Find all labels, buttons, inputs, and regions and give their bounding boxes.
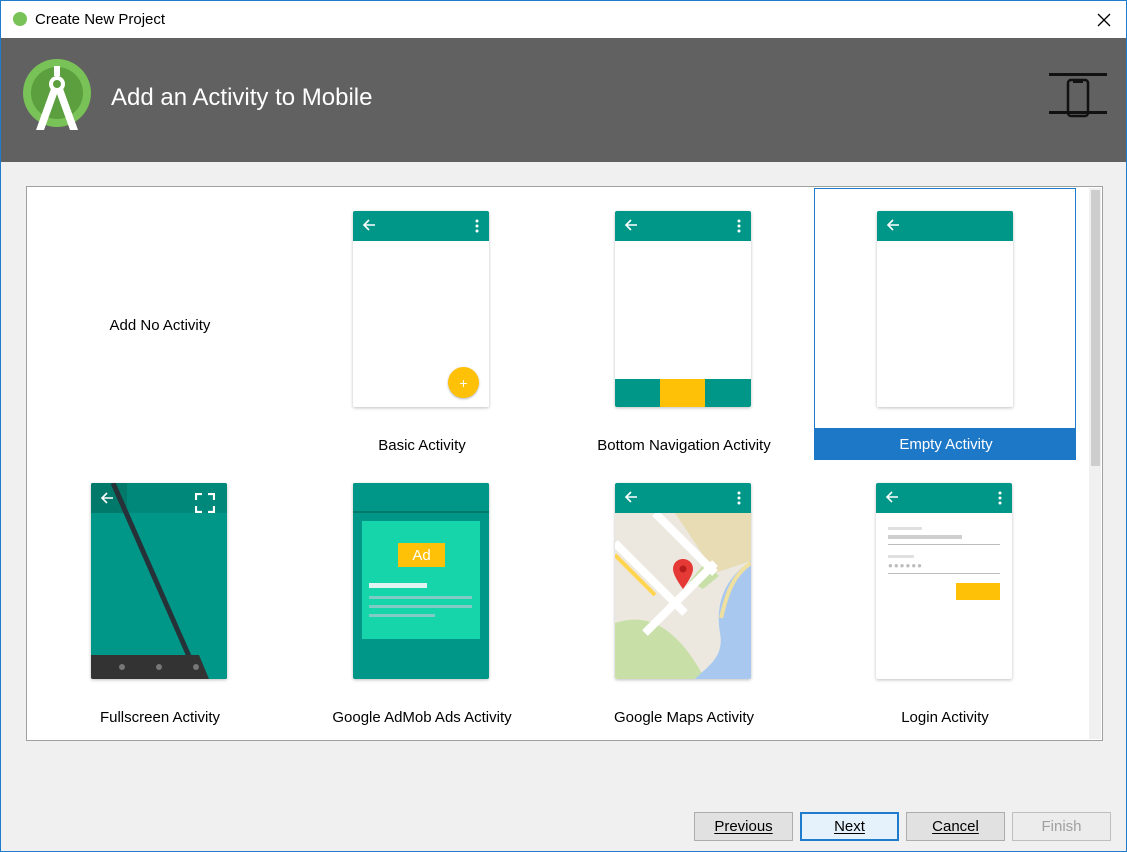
password-hint-line: [888, 555, 914, 558]
template-bottom-navigation-activity[interactable]: Bottom Navigation Activity: [553, 189, 815, 461]
app-bar: [615, 211, 751, 241]
close-button[interactable]: [1082, 1, 1126, 38]
mobile-device-icon: [1049, 73, 1107, 118]
bottom-navigation-preview: [615, 211, 751, 407]
plus-icon: +: [459, 374, 468, 391]
title-bar: Create New Project: [1, 1, 1126, 38]
app-bar: [353, 211, 489, 241]
finish-button[interactable]: Finish: [1012, 812, 1111, 841]
overflow-menu-icon: [475, 219, 479, 233]
back-arrow-icon: [624, 219, 637, 231]
map-pin-icon: [673, 559, 693, 589]
template-label: Google Maps Activity: [613, 709, 755, 726]
ad-text-line: [369, 614, 435, 617]
overflow-menu-icon: [998, 491, 1002, 505]
bottom-nav-bar: [615, 379, 751, 407]
template-label: Fullscreen Activity: [99, 709, 221, 726]
fullscreen-preview: [91, 483, 227, 679]
wizard-header: Add an Activity to Mobile: [1, 38, 1126, 162]
window-title: Create New Project: [35, 11, 166, 28]
app-bar: [615, 483, 751, 513]
login-preview: ●●●●●●: [876, 483, 1012, 679]
android-studio-icon: [13, 12, 27, 26]
fullscreen-icon: [195, 493, 215, 513]
template-label: Basic Activity: [378, 437, 466, 454]
ad-text-line: [369, 583, 427, 588]
scrollbar-thumb[interactable]: [1091, 190, 1100, 466]
next-button-label: Next: [834, 818, 865, 835]
back-arrow-icon: [624, 491, 637, 503]
create-project-window: Create New Project Add an Activity to Mo…: [0, 0, 1127, 852]
template-google-maps-activity[interactable]: Google Maps Activity: [553, 461, 815, 733]
fab-button: +: [448, 367, 479, 398]
overflow-menu-icon: [737, 219, 741, 233]
sign-in-button-preview: [956, 583, 1000, 600]
template-label: Login Activity: [901, 709, 989, 726]
template-fullscreen-activity[interactable]: Fullscreen Activity: [29, 461, 291, 733]
ad-badge-text: Ad: [412, 546, 431, 564]
template-label: Empty Activity: [899, 436, 993, 453]
email-hint-line: [888, 527, 922, 530]
template-login-activity[interactable]: ●●●●●● Login Activity: [814, 461, 1076, 733]
template-add-no-activity[interactable]: Add No Activity: [29, 189, 291, 461]
password-field-underline: [888, 573, 1000, 574]
app-bar: [876, 483, 1012, 513]
ad-top-bar: [353, 483, 489, 513]
ad-badge: Ad: [398, 543, 445, 567]
app-bar: [877, 211, 1013, 241]
template-empty-activity[interactable]: Empty Activity: [814, 188, 1076, 460]
template-label: Add No Activity: [109, 317, 211, 334]
password-dots: ●●●●●●: [888, 561, 923, 570]
cancel-button-label: Cancel: [932, 818, 979, 835]
android-studio-logo: [23, 59, 91, 130]
previous-button-label: Previous: [714, 818, 773, 835]
email-value-line: [888, 535, 962, 539]
page-title: Add an Activity to Mobile: [111, 84, 373, 111]
email-field-underline: [888, 544, 1000, 545]
overflow-menu-icon: [737, 491, 741, 505]
maps-preview: [615, 483, 751, 679]
ad-card: [362, 521, 480, 639]
back-arrow-icon: [362, 219, 375, 231]
back-arrow-icon: [885, 491, 898, 503]
back-arrow-icon: [886, 219, 899, 231]
admob-preview: Ad: [353, 483, 489, 679]
basic-activity-preview: +: [353, 211, 489, 407]
next-button[interactable]: Next: [800, 812, 899, 841]
close-icon: [1097, 13, 1111, 26]
template-label: Google AdMob Ads Activity: [332, 709, 512, 726]
empty-activity-preview: [877, 211, 1013, 407]
template-google-admob-ads-activity[interactable]: Ad Google AdMob Ads Activity: [291, 461, 553, 733]
back-arrow-icon: [100, 492, 113, 504]
ad-text-line: [369, 596, 472, 599]
ad-text-line: [369, 605, 472, 608]
template-basic-activity[interactable]: + Basic Activity: [291, 189, 553, 461]
template-label: Bottom Navigation Activity: [597, 437, 771, 454]
previous-button[interactable]: Previous: [694, 812, 793, 841]
finish-button-label: Finish: [1041, 818, 1082, 835]
bottom-nav-active-item: [660, 379, 705, 407]
cancel-button[interactable]: Cancel: [906, 812, 1005, 841]
